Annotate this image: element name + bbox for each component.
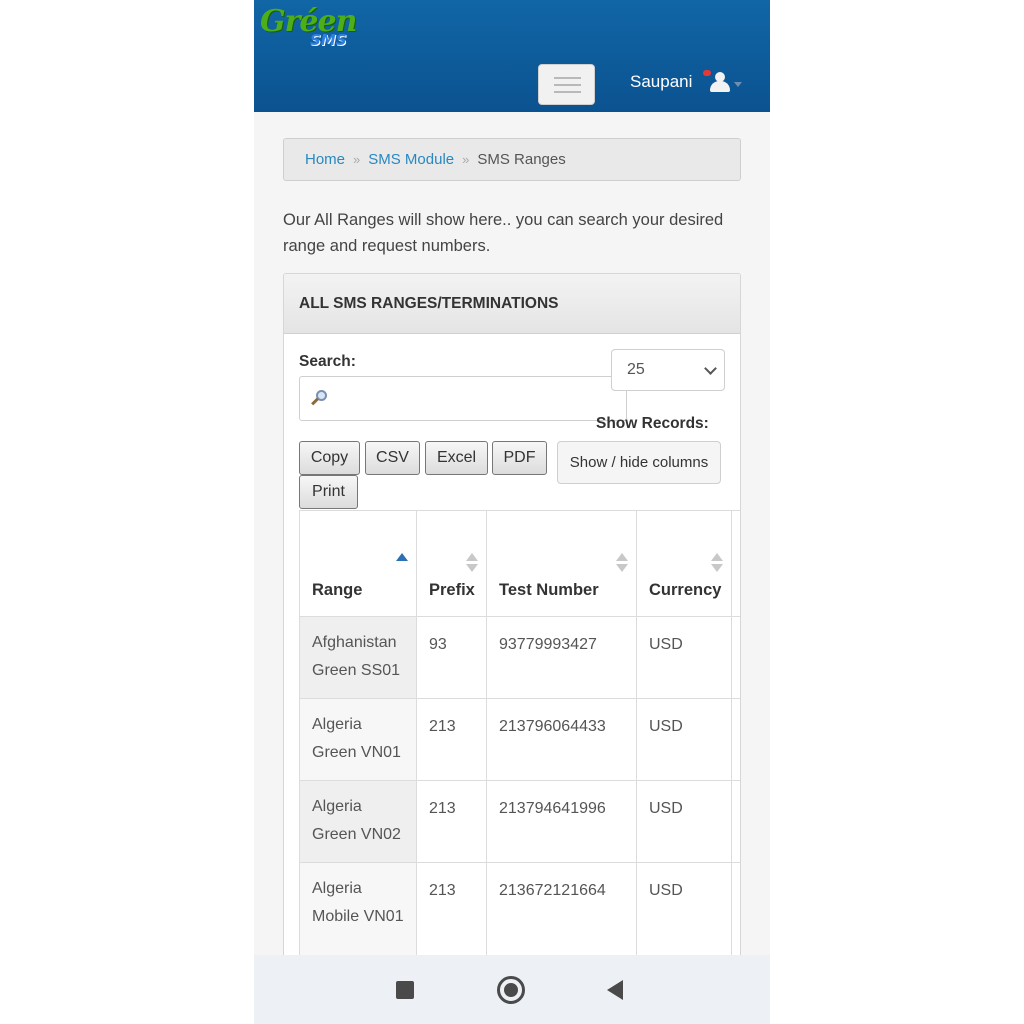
breadcrumb-home-link[interactable]: Home	[305, 151, 345, 168]
cell-currency: USD	[636, 698, 732, 781]
ranges-panel: ALL SMS RANGES/TERMINATIONS Search: 25 S…	[283, 273, 741, 1013]
excel-button[interactable]: Excel	[425, 441, 488, 475]
back-icon[interactable]	[607, 980, 623, 1000]
search-icon	[310, 390, 328, 408]
search-label: Search:	[299, 353, 356, 370]
phone-screen: Gréen SMS Saupani Home » SMS Module » SM…	[254, 0, 770, 1024]
breadcrumb-separator: »	[353, 152, 361, 167]
show-records-label: Show Records:	[596, 415, 709, 432]
android-nav-bar	[254, 955, 770, 1024]
app-header: Gréen SMS Saupani	[254, 0, 770, 112]
records-select[interactable]: 25	[611, 349, 725, 391]
hamburger-icon	[554, 77, 581, 79]
column-header-range[interactable]: Range	[299, 510, 417, 617]
sort-icon	[466, 553, 478, 573]
cell-currency: USD	[636, 616, 732, 699]
cell-range: Algeria Green VN01	[299, 698, 417, 781]
copy-button[interactable]: Copy	[299, 441, 360, 475]
table-row[interactable]: Afghanistan Green SS01 93 93779993427 US…	[299, 616, 740, 699]
user-menu[interactable]: Saupani	[630, 70, 743, 94]
chevron-down-icon	[734, 81, 743, 87]
sort-asc-icon	[396, 553, 408, 573]
recent-apps-icon[interactable]	[396, 981, 414, 999]
column-header-test-number[interactable]: Test Number	[486, 510, 637, 617]
cell-test-number: 213796064433	[486, 698, 637, 781]
table-row[interactable]: Algeria Green VN02 213 213794641996 USD	[299, 780, 740, 863]
chevron-down-icon	[704, 362, 717, 375]
table-row[interactable]: Algeria Green VN01 213 213796064433 USD	[299, 698, 740, 781]
cell-prefix: 213	[416, 698, 487, 781]
breadcrumb-module-link[interactable]: SMS Module	[368, 151, 454, 168]
column-header-hidden	[731, 510, 740, 617]
panel-title: ALL SMS RANGES/TERMINATIONS	[284, 274, 740, 334]
print-button[interactable]: Print	[299, 475, 358, 509]
cell-currency: USD	[636, 780, 732, 863]
sort-icon	[616, 553, 628, 573]
user-icon	[702, 70, 731, 94]
ranges-table-wrapper: Range Prefix Test Number Currency Afghan…	[299, 510, 740, 1012]
cell-test-number: 213794641996	[486, 780, 637, 863]
ranges-table: Range Prefix Test Number Currency Afghan…	[299, 510, 740, 1003]
notification-dot	[703, 70, 712, 76]
cell-range: Afghanistan Green SS01	[299, 616, 417, 699]
home-icon[interactable]	[497, 976, 525, 1004]
search-input[interactable]	[299, 376, 627, 421]
logo-sub-text: SMS	[310, 31, 347, 49]
cell-test-number: 93779993427	[486, 616, 637, 699]
column-header-currency[interactable]: Currency	[636, 510, 732, 617]
csv-button[interactable]: CSV	[365, 441, 420, 475]
breadcrumb: Home » SMS Module » SMS Ranges	[283, 138, 741, 181]
logo[interactable]: Gréen SMS	[260, 4, 360, 52]
column-header-prefix[interactable]: Prefix	[416, 510, 487, 617]
breadcrumb-current: SMS Ranges	[477, 151, 566, 168]
username: Saupani	[630, 72, 693, 91]
records-select-value: 25	[627, 361, 645, 378]
sort-icon	[711, 553, 723, 573]
intro-text: Our All Ranges will show here.. you can …	[283, 211, 724, 255]
cell-prefix: 213	[416, 780, 487, 863]
breadcrumb-separator: »	[462, 152, 470, 167]
menu-toggle-button[interactable]	[538, 64, 595, 105]
pdf-button[interactable]: PDF	[492, 441, 547, 475]
show-hide-columns-button[interactable]: Show / hide columns	[557, 441, 721, 484]
cell-prefix: 93	[416, 616, 487, 699]
cell-range: Algeria Green VN02	[299, 780, 417, 863]
